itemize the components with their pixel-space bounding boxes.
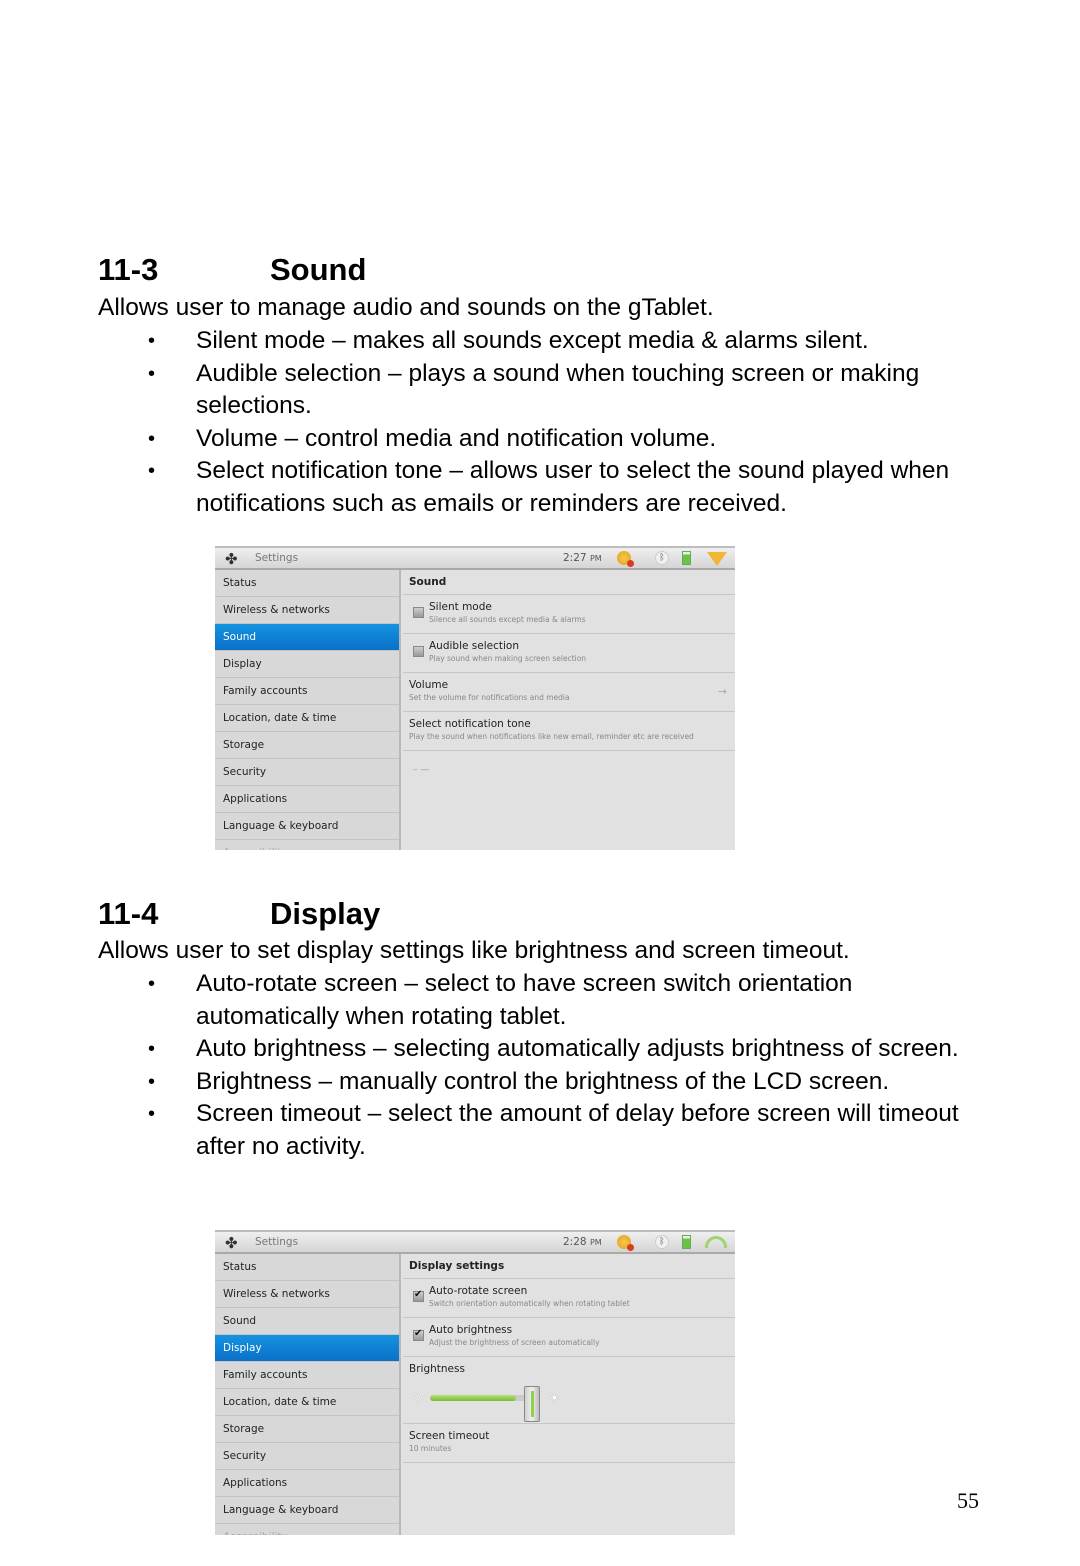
clock: 2:27 PM	[563, 552, 602, 564]
page-number: 55	[957, 1488, 979, 1513]
menu-item-family-accounts[interactable]: Family accounts	[215, 1362, 399, 1389]
checkbox-checked[interactable]	[413, 1289, 424, 1302]
menu-item-status[interactable]: Status	[215, 570, 399, 597]
menu-item-language-keyboard[interactable]: Language & keyboard	[215, 1497, 399, 1524]
menu-item-storage[interactable]: Storage	[215, 1416, 399, 1443]
bullet-item: • Brightness – manually control the brigh…	[98, 1066, 978, 1099]
menu-item-accessibility[interactable]: Accessibility	[215, 1524, 399, 1535]
settings-menu: Status Wireless & networks Sound Display…	[215, 570, 401, 850]
menu-item-sound[interactable]: Sound	[215, 1308, 399, 1335]
settings-panel: Sound Silent mode Silence all sounds exc…	[403, 570, 735, 850]
arrow-right-icon: →	[717, 685, 727, 698]
app-title: Settings	[255, 552, 299, 564]
menu-item-applications[interactable]: Applications	[215, 1470, 399, 1497]
sound-settings-screenshot: ✤ Settings 2:27 PM ᛒ Status Wireless & n…	[215, 546, 735, 850]
menu-item-wireless-networks[interactable]: Wireless & networks	[215, 597, 399, 624]
panel-header: Sound	[403, 570, 735, 595]
menu-item-family-accounts[interactable]: Family accounts	[215, 678, 399, 705]
checkbox-checked[interactable]	[413, 1328, 424, 1341]
bullet-item: • Select notification tone – allows user …	[148, 457, 950, 517]
menu-item-display[interactable]: Display	[215, 651, 399, 678]
bullet-item: • Screen timeout – select the amount of d…	[148, 1100, 959, 1160]
bullet-icon: •	[148, 973, 156, 995]
bullet-icon: •	[148, 460, 156, 483]
dash-marks: – —	[413, 765, 430, 775]
menu-item-security[interactable]: Security	[215, 759, 399, 786]
pref-brightness: Brightness ☼ ☀	[403, 1357, 735, 1424]
bullet-icon: •	[148, 1103, 156, 1126]
section-title: Sound	[270, 252, 367, 287]
bluetooth-icon: ᛒ	[655, 551, 669, 565]
menu-item-accessibility[interactable]: Accessibility	[215, 840, 399, 850]
alert-icon	[617, 551, 634, 567]
section-intro: Allows user to manage audio and sounds o…	[98, 294, 714, 321]
bullet-icon: •	[148, 1070, 156, 1093]
section-number: 11-3	[98, 252, 159, 287]
bullet-icon: •	[148, 330, 156, 352]
pref-audible-selection[interactable]: Audible selection Play sound when making…	[403, 634, 735, 673]
pref-volume[interactable]: Volume Set the volume for notifications …	[403, 673, 735, 712]
menu-item-applications[interactable]: Applications	[215, 786, 399, 813]
app-title: Settings	[255, 1236, 299, 1248]
bullet-item: • Silent mode – makes all sounds except m…	[98, 325, 978, 358]
brightness-slider-thumb[interactable]	[524, 1386, 541, 1422]
brightness-high-icon: ☀	[549, 1391, 560, 1405]
battery-icon	[682, 1235, 691, 1249]
settings-app-icon: ✤	[225, 1234, 238, 1252]
settings-panel: Display settings Auto-rotate screen Swit…	[403, 1254, 735, 1535]
pref-auto-brightness[interactable]: Auto brightness Adjust the brightness of…	[403, 1318, 735, 1357]
menu-item-location-date-time[interactable]: Location, date & time	[215, 705, 399, 732]
wifi-icon	[705, 1236, 727, 1248]
clock: 2:28 PM	[563, 1236, 602, 1248]
section-heading-display: 11-4 Display	[98, 896, 380, 932]
bullet-icon: •	[148, 362, 156, 385]
settings-app-icon: ✤	[225, 550, 238, 568]
bullet-item: • Audible selection – plays a sound when …	[148, 359, 920, 420]
warning-icon	[707, 552, 727, 566]
brightness-slider-fill	[430, 1395, 517, 1401]
menu-item-status[interactable]: Status	[215, 1254, 399, 1281]
display-settings-screenshot: ✤ Settings 2:28 PM ᛒ Status Wireless & n…	[215, 1230, 735, 1535]
menu-item-language-keyboard[interactable]: Language & keyboard	[215, 813, 399, 840]
bullet-list-display: • Auto-rotate screen – select to have scr…	[98, 968, 978, 1164]
menu-item-location-date-time[interactable]: Location, date & time	[215, 1389, 399, 1416]
bullet-list-sound: • Silent mode – makes all sounds except m…	[98, 325, 978, 521]
checkbox[interactable]	[413, 646, 424, 657]
bullet-item: • Volume – control media and notification…	[98, 423, 978, 456]
pref-notification-tone[interactable]: Select notification tone Play the sound …	[403, 712, 735, 751]
checkbox[interactable]	[413, 607, 424, 618]
menu-item-security[interactable]: Security	[215, 1443, 399, 1470]
section-title: Display	[270, 896, 381, 931]
status-bar: ✤ Settings 2:27 PM ᛒ	[215, 546, 735, 570]
menu-item-sound[interactable]: Sound	[215, 624, 399, 651]
status-bar: ✤ Settings 2:28 PM ᛒ	[215, 1230, 735, 1254]
pref-auto-rotate[interactable]: Auto-rotate screen Switch orientation au…	[403, 1279, 735, 1318]
settings-menu: Status Wireless & networks Sound Display…	[215, 1254, 401, 1535]
bluetooth-icon: ᛒ	[655, 1235, 669, 1249]
pref-silent-mode[interactable]: Silent mode Silence all sounds except me…	[403, 595, 735, 634]
bullet-item: • Auto-rotate screen – select to have scr…	[148, 970, 853, 1030]
brightness-slider[interactable]	[430, 1395, 535, 1401]
brightness-low-icon: ☼	[413, 1391, 424, 1405]
section-heading-sound: 11-3 Sound	[98, 252, 366, 288]
alert-icon	[617, 1235, 634, 1251]
menu-item-wireless-networks[interactable]: Wireless & networks	[215, 1281, 399, 1308]
panel-header: Display settings	[403, 1254, 735, 1279]
section-number: 11-4	[98, 896, 159, 931]
battery-icon	[682, 551, 691, 565]
menu-item-storage[interactable]: Storage	[215, 732, 399, 759]
bullet-item: • Auto brightness – selecting automatical…	[98, 1033, 978, 1066]
pref-screen-timeout[interactable]: Screen timeout 10 minutes	[403, 1424, 735, 1463]
bullet-icon: •	[148, 1038, 156, 1061]
section-intro: Allows user to set display settings like…	[98, 937, 850, 964]
bullet-icon: •	[148, 427, 156, 450]
menu-item-display[interactable]: Display	[215, 1335, 399, 1362]
